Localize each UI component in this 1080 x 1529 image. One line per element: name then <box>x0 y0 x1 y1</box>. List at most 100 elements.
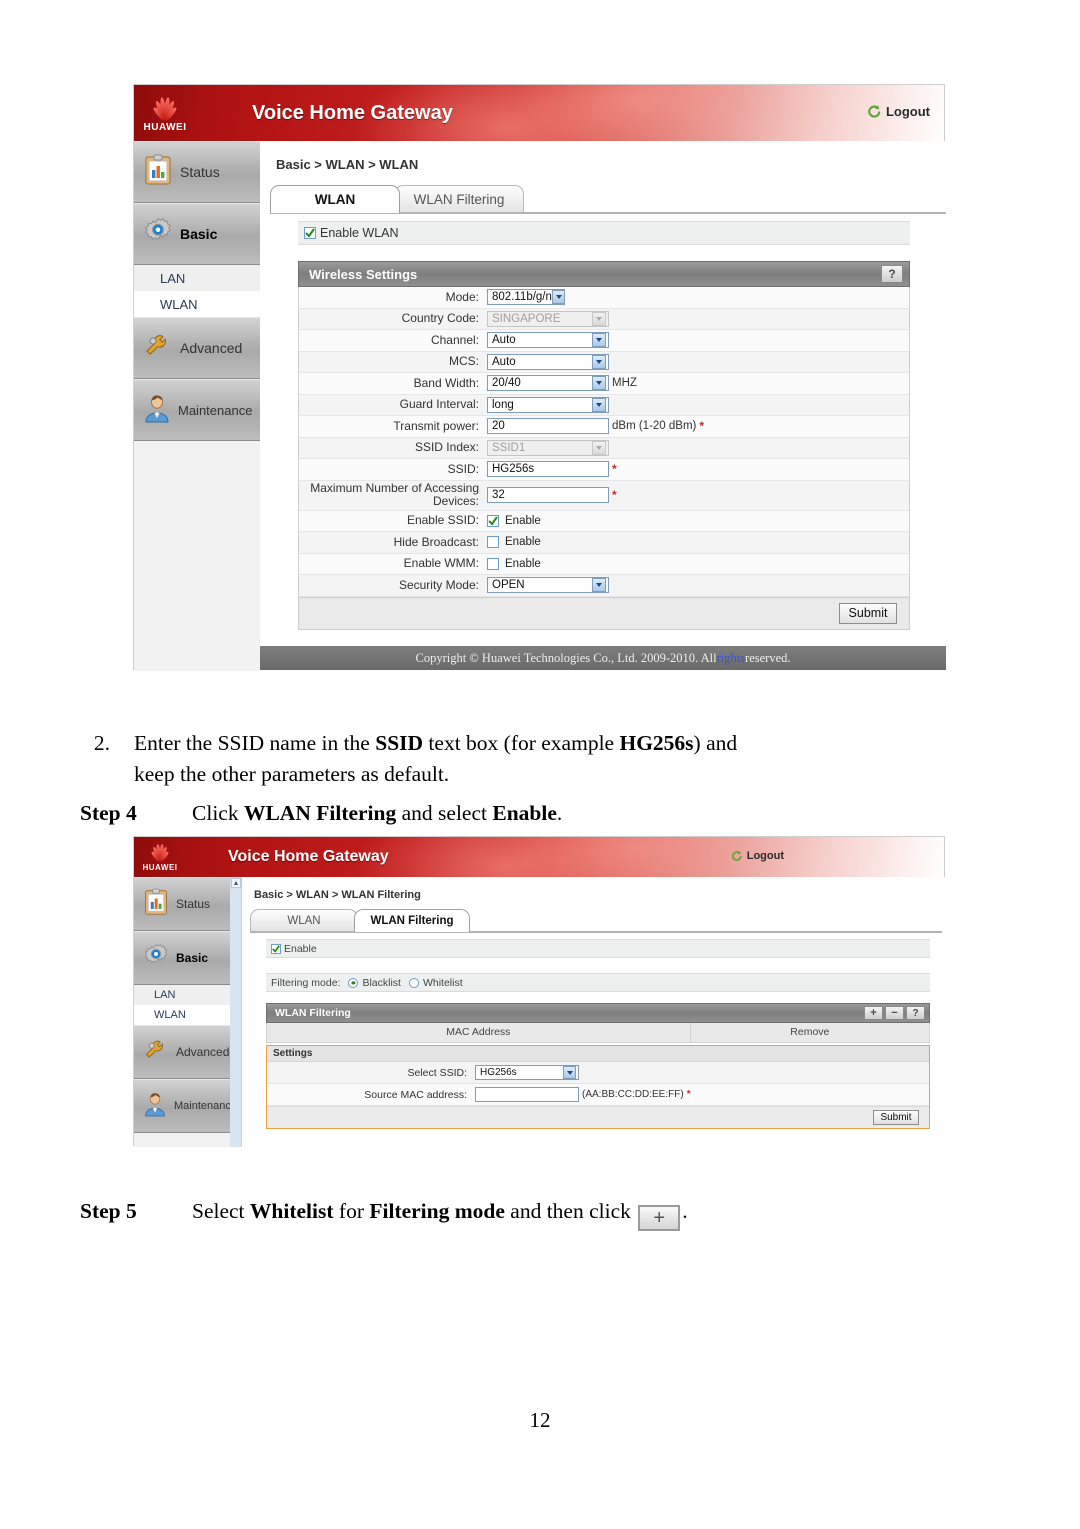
add-icon[interactable]: + <box>638 1204 681 1231</box>
field-label: MCS: <box>449 354 479 369</box>
sidebar-item-basic[interactable]: Basic <box>134 931 242 985</box>
copyright-footer: Copyright © Huawei Technologies Co., Ltd… <box>260 646 946 670</box>
source-mac-label: Source MAC address: <box>364 1088 467 1101</box>
rights-link[interactable]: rights <box>717 651 745 666</box>
enable-emphasis: Enable <box>492 801 557 825</box>
tab-wlan[interactable]: WLAN <box>270 185 400 213</box>
field-control: OPEN <box>487 577 609 594</box>
field-select[interactable]: Auto <box>487 332 609 349</box>
source-mac-required-mark: * <box>686 1089 691 1100</box>
field-row: SSID Index: SSID1 <box>299 437 909 459</box>
field-label: Maximum Number of Accessing Devices: <box>310 481 479 508</box>
select-ssid-dropdown[interactable]: HG256s <box>475 1065 579 1080</box>
help-icon[interactable]: ? <box>906 1006 925 1020</box>
radio-blacklist[interactable] <box>348 977 359 988</box>
tab-wlan-label: WLAN <box>287 915 321 927</box>
field-checkbox-label: Enable <box>505 514 541 527</box>
sidebar-item-lan[interactable]: LAN <box>134 985 242 1005</box>
tab-wlan-filtering[interactable]: WLAN Filtering <box>394 185 524 213</box>
huawei-petal-icon <box>147 842 173 863</box>
sidebar-item-lan[interactable]: LAN <box>134 265 260 291</box>
breadcrumb: Basic > WLAN > WLAN <box>276 157 419 172</box>
wireless-settings-actions: Submit <box>298 597 910 630</box>
sidebar-item-advanced[interactable]: Advanced <box>134 317 260 379</box>
field-row: Security Mode: OPEN <box>299 575 909 597</box>
enable-wlan-checkbox[interactable] <box>304 227 316 239</box>
step-4-row: Step 4 Click WLAN Filtering and select E… <box>80 798 1000 829</box>
sidebar-item-wlan[interactable]: WLAN <box>134 291 260 317</box>
source-mac-input[interactable] <box>475 1087 579 1102</box>
enable-checkbox[interactable] <box>271 943 281 954</box>
sidebar-item-advanced[interactable]: Advanced <box>134 1025 242 1079</box>
add-icon[interactable]: + <box>864 1006 883 1020</box>
chevron-down-icon[interactable] <box>592 578 606 593</box>
wlan-settings-screenshot: HUAWEI Voice Home Gateway Logout Status … <box>133 84 946 671</box>
sidebar-item-lan-label: LAN <box>154 989 176 1001</box>
logout-icon <box>867 104 882 119</box>
radio-whitelist[interactable] <box>408 977 419 988</box>
field-select[interactable]: 802.11b/g/n <box>487 289 565 306</box>
tab-bar: WLAN WLAN Filtering <box>270 185 946 214</box>
field-checkbox[interactable] <box>487 514 499 527</box>
radio-whitelist-label: Whitelist <box>422 976 463 989</box>
field-row: Mode: 802.11b/g/n <box>299 287 909 309</box>
user-icon <box>143 1091 167 1122</box>
tab-bar: WLAN WLAN Filtering <box>250 909 942 933</box>
chevron-down-icon[interactable] <box>592 397 606 412</box>
field-required-mark: * <box>699 419 705 434</box>
field-label: Transmit power: <box>393 418 479 433</box>
shot2-sidebar: Status Basic LAN WLAN Advanced Maintenan… <box>134 877 242 1147</box>
remove-icon[interactable]: − <box>885 1006 904 1020</box>
sidebar-item-wlan[interactable]: WLAN <box>134 1005 242 1025</box>
numbered-item-2: 2. Enter the SSID name in the SSID text … <box>80 728 1000 790</box>
logout-button[interactable]: Logout <box>867 104 930 119</box>
field-label: Enable SSID: <box>406 513 479 528</box>
user-icon <box>143 393 171 428</box>
field-input[interactable]: HG256s <box>487 461 609 478</box>
logout-button[interactable]: Logout <box>731 850 784 862</box>
field-control: Auto <box>487 353 609 370</box>
field-label: SSID Index: <box>414 440 479 455</box>
huawei-wordmark: HUAWEI <box>142 863 178 872</box>
field-select[interactable]: 20/40 <box>487 375 609 392</box>
chevron-down-icon[interactable] <box>592 333 606 348</box>
sidebar-item-advanced-label: Advanced <box>180 340 243 356</box>
field-label: Hide Broadcast: <box>393 534 479 549</box>
field-select[interactable]: Auto <box>487 353 609 370</box>
submit-button[interactable]: Submit <box>839 602 897 624</box>
sidebar-item-status[interactable]: Status <box>134 877 242 931</box>
scrollbar-up-arrow[interactable]: ▲ <box>231 878 241 888</box>
wrench-icon <box>143 331 173 366</box>
help-icon[interactable]: ? <box>881 265 903 283</box>
chevron-down-icon[interactable] <box>592 376 606 391</box>
chevron-down-icon <box>592 440 606 455</box>
field-row: Maximum Number of Accessing Devices: 32 * <box>299 480 909 511</box>
sidebar-item-status[interactable]: Status <box>134 141 260 203</box>
huawei-wordmark: HUAWEI <box>143 121 187 133</box>
field-suffix: MHZ <box>612 377 637 390</box>
enable-label: Enable <box>284 942 317 955</box>
field-input[interactable]: 32 <box>487 487 609 503</box>
step-5-row: Step 5 Select Whitelist for Filtering mo… <box>80 1196 1000 1231</box>
field-select[interactable]: OPEN <box>487 577 609 594</box>
field-label: Security Mode: <box>398 577 479 592</box>
submit-button[interactable]: Submit <box>873 1110 919 1125</box>
tab-wlan-filtering[interactable]: WLAN Filtering <box>354 909 470 932</box>
chevron-down-icon[interactable] <box>551 290 564 305</box>
wireless-settings-panel-header: Wireless Settings ? <box>298 261 910 287</box>
wrench-icon <box>143 1037 169 1068</box>
field-checkbox[interactable] <box>487 557 499 570</box>
sidebar-item-basic[interactable]: Basic <box>134 203 260 265</box>
field-control: Enable <box>487 514 541 527</box>
shot2-content: Basic > WLAN > WLAN Filtering WLAN WLAN … <box>242 877 946 1147</box>
vertical-scrollbar[interactable]: ▲ <box>230 877 242 1147</box>
tab-wlan[interactable]: WLAN <box>250 909 358 932</box>
sidebar-item-maintenance[interactable]: Maintenance <box>134 1079 242 1133</box>
step-text-block-1: 2. Enter the SSID name in the SSID text … <box>80 728 1000 829</box>
field-input[interactable]: 20 <box>487 418 609 435</box>
field-select[interactable]: long <box>487 396 609 413</box>
sidebar-item-maintenance[interactable]: Maintenance <box>134 379 260 441</box>
chevron-down-icon[interactable] <box>592 354 606 369</box>
field-checkbox[interactable] <box>487 536 499 549</box>
enable-wlan-label: Enable WLAN <box>320 226 399 240</box>
